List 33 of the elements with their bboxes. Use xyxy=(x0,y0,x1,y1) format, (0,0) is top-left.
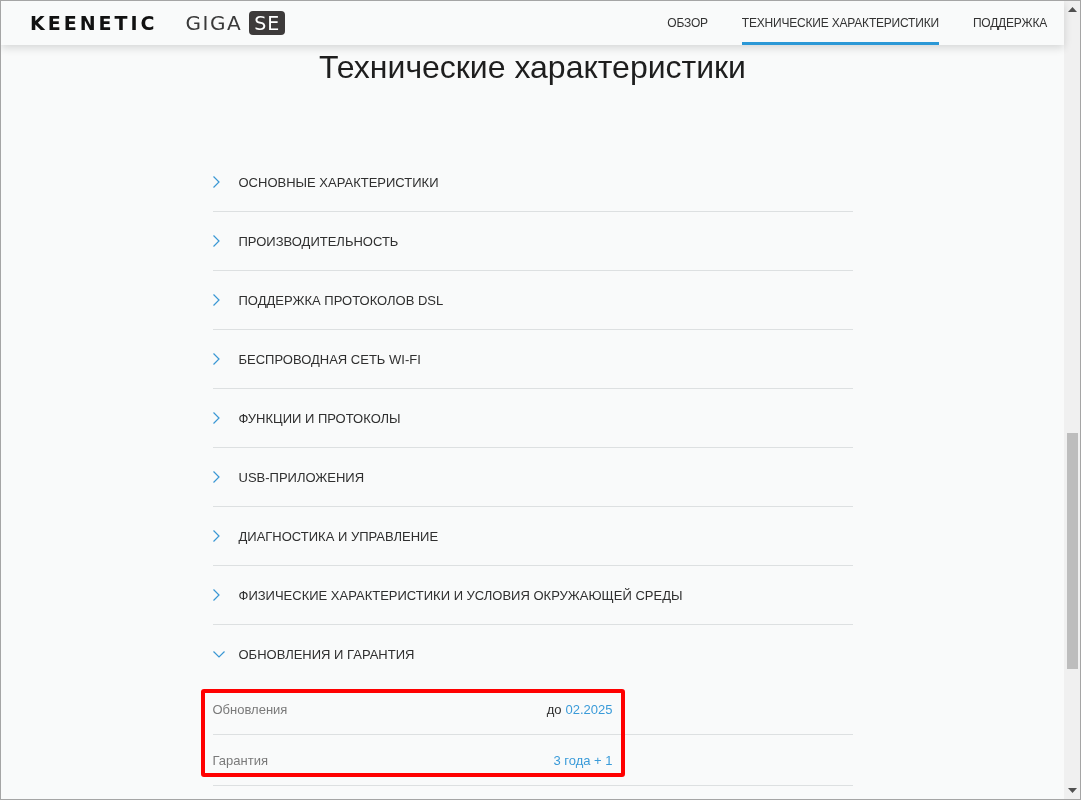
chevron-right-icon xyxy=(212,530,220,542)
scroll-down-arrow-icon[interactable] xyxy=(1067,788,1077,793)
chevron-right-icon xyxy=(212,294,220,306)
chevron-right-icon xyxy=(212,235,220,247)
logo-text: KEENETIC xyxy=(30,11,158,35)
spec-value: 3 года + 1 xyxy=(553,752,613,768)
accordion-header[interactable]: USB-ПРИЛОЖЕНИЯ xyxy=(212,448,853,507)
value-prefix: до xyxy=(546,701,562,717)
accordion-header[interactable]: ПРОИЗВОДИТЕЛЬНОСТЬ xyxy=(212,212,853,271)
spec-label: Обновления xyxy=(212,701,288,717)
accordion-header[interactable]: ФУНКЦИИ И ПРОТОКОЛЫ xyxy=(212,389,853,448)
scrollbar-thumb[interactable] xyxy=(1066,433,1078,669)
model-name: GIGA xyxy=(185,11,243,35)
chevron-right-icon xyxy=(212,412,220,424)
chevron-right-icon xyxy=(212,471,220,483)
nav-tab[interactable]: ПОДДЕРЖКА xyxy=(972,1,1047,45)
chevron-right-icon xyxy=(212,589,220,601)
model-badge: SE xyxy=(249,11,286,35)
accordion-header[interactable]: ПОДДЕРЖКА ПРОТОКОЛОВ DSL xyxy=(212,271,853,330)
accordion-header[interactable]: ФИЗИЧЕСКИЕ ХАРАКТЕРИСТИКИ И УСЛОВИЯ ОКРУЖАЮЩЕЙ СРЕДЫ xyxy=(212,566,853,625)
chevron-right-icon xyxy=(212,176,220,188)
page-title: Технические характеристики xyxy=(318,48,747,87)
accordion-header[interactable]: ОБНОВЛЕНИЯ И ГАРАНТИЯ xyxy=(212,625,853,684)
accordion-header[interactable]: ОСНОВНЫЕ ХАРАКТЕРИСТИКИ xyxy=(212,153,853,212)
accordion-header[interactable]: ДИАГНОСТИКА И УПРАВЛЕНИЕ xyxy=(212,507,853,566)
nav-tab[interactable]: ОБЗОР xyxy=(667,1,708,45)
spec-label: Гарантия xyxy=(212,752,268,768)
nav-tab[interactable]: ТЕХНИЧЕСКИЕ ХАРАКТЕРИСТИКИ xyxy=(741,1,939,45)
chevron-right-icon xyxy=(212,353,220,365)
accordion-header[interactable]: БЕСПРОВОДНАЯ СЕТЬ WI-FI xyxy=(212,330,853,389)
chevron-down-icon xyxy=(212,650,225,658)
scroll-up-arrow-icon[interactable] xyxy=(1067,7,1077,12)
spec-value: 02.2025 xyxy=(565,701,613,717)
